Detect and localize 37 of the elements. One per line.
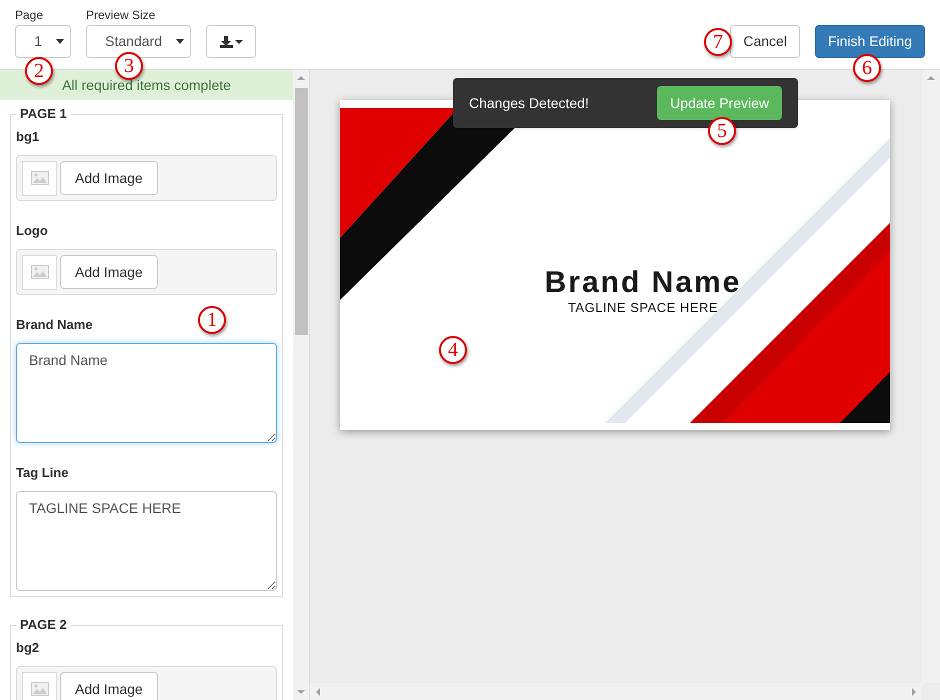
toast-message: Changes Detected! [469, 94, 589, 113]
cancel-button[interactable]: Cancel [730, 25, 800, 58]
page-select[interactable]: 1 [15, 25, 71, 58]
caret-icon [234, 40, 242, 44]
field-label: Brand Name [16, 317, 93, 333]
tagline-text: TAGLINE SPACE HERE [568, 300, 718, 316]
scroll-down-icon [297, 690, 305, 694]
field-label: bg2 [16, 640, 40, 656]
caret-icon [176, 39, 184, 44]
add-image-button[interactable]: Add Image [60, 672, 158, 700]
scrollbar[interactable] [293, 70, 310, 700]
scroll-up-icon [927, 76, 935, 80]
scroll-up-icon [297, 76, 305, 80]
image-thumbnail-icon [22, 254, 57, 290]
field-label: Tag Line [16, 465, 68, 481]
brand-name-text: Brand Name [544, 266, 742, 300]
caret-icon [56, 39, 64, 44]
text-area-field[interactable]: Brand Name [16, 343, 277, 443]
image-thumbnail-icon [22, 160, 57, 196]
scroll-left-icon [316, 688, 320, 696]
scrollbar[interactable] [310, 683, 922, 700]
field-label: Logo [16, 223, 48, 239]
download-icon [220, 36, 232, 48]
add-image-button[interactable]: Add Image [60, 161, 158, 195]
callout-number: 1 [198, 306, 226, 334]
field-label: bg1 [16, 129, 40, 145]
text-area-field[interactable]: TAGLINE SPACE HERE [16, 491, 277, 591]
scrollbar[interactable] [922, 70, 940, 683]
scroll-right-icon [912, 688, 916, 696]
add-image-button[interactable]: Add Image [60, 255, 158, 289]
finish-button[interactable]: Finish Editing [814, 25, 925, 58]
preview-size-label: Preview Size [86, 8, 156, 24]
page-label: Page [15, 8, 44, 24]
scroll-thumb[interactable] [294, 88, 308, 335]
callout-number: 3 [115, 52, 143, 80]
download-menu-button[interactable] [206, 25, 256, 58]
callout-number: 7 [704, 28, 732, 56]
